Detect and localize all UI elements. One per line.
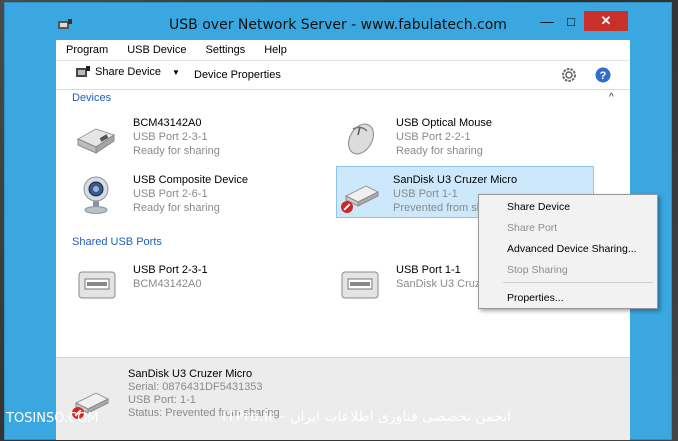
device-status: Ready for sharing xyxy=(133,202,220,214)
mouse-icon xyxy=(348,123,374,155)
details-port: USB Port: 1-1 xyxy=(128,394,196,406)
share-dropdown-caret[interactable]: ▼ xyxy=(172,68,180,77)
menu-program[interactable]: Program xyxy=(56,40,117,60)
port-name: USB Port 1-1 xyxy=(396,264,461,276)
menu-help[interactable]: Help xyxy=(254,40,296,60)
details-serial: Serial: 0876431DF5431353 xyxy=(128,381,263,393)
watermark-left: TOSINSO.COM xyxy=(6,411,99,426)
title-bar[interactable]: USB over Network Server - www.fabulatech… xyxy=(5,3,671,37)
menu-item-properties[interactable]: Properties... xyxy=(507,292,564,304)
minimize-button[interactable]: — xyxy=(536,11,558,31)
shared-ports-section-title: Shared USB Ports xyxy=(72,236,162,248)
port-device: BCM43142A0 xyxy=(133,278,202,290)
share-device-icon xyxy=(76,66,90,77)
device-item-usb-composite-device[interactable]: USB Composite Device USB Port 2-6-1 Read… xyxy=(60,167,318,219)
device-name: USB Optical Mouse xyxy=(396,117,492,129)
svg-text:?: ? xyxy=(600,70,607,82)
device-status: Ready for sharing xyxy=(396,145,483,157)
details-device-name: SanDisk U3 Cruzer Micro xyxy=(128,368,253,380)
menu-settings[interactable]: Settings xyxy=(195,40,254,60)
device-name: USB Composite Device xyxy=(133,174,248,186)
share-device-button[interactable]: Share Device ▼ xyxy=(76,66,180,78)
usb-port-icon xyxy=(341,271,379,299)
device-port: USB Port 2-2-1 xyxy=(396,131,471,143)
usb-drive-blocked-icon xyxy=(341,185,380,213)
device-item-bcm43142a0[interactable]: BCM43142A0 USB Port 2-3-1 Ready for shar… xyxy=(60,110,318,162)
menu-item-advanced-sharing[interactable]: Advanced Device Sharing... xyxy=(507,243,637,255)
port-item-2-3-1[interactable]: USB Port 2-3-1 BCM43142A0 xyxy=(60,257,318,309)
device-port: USB Port 2-3-1 xyxy=(133,131,208,143)
toolbar: Share Device ▼ Device Properties ? xyxy=(56,61,630,90)
close-button[interactable]: ✕ xyxy=(584,11,628,31)
device-status: Ready for sharing xyxy=(133,145,220,157)
webcam-icon xyxy=(83,176,109,214)
help-icon[interactable]: ? xyxy=(595,67,611,83)
watermark-right: ITPro.ir - انجمن تخصصی فناوری اطلاعات ای… xyxy=(222,409,511,425)
menu-item-stop-sharing[interactable]: Stop Sharing xyxy=(507,264,568,276)
gear-icon[interactable] xyxy=(561,67,577,83)
usb-device-icon xyxy=(76,128,116,154)
usb-port-icon xyxy=(78,271,116,299)
device-name: SanDisk U3 Cruzer Micro xyxy=(393,174,518,186)
collapse-chevron-icon[interactable]: ^ xyxy=(609,92,614,103)
maximize-button[interactable]: □ xyxy=(560,11,582,31)
menu-separator xyxy=(503,282,653,283)
device-details-pane: SanDisk U3 Cruzer Micro Serial: 0876431D… xyxy=(56,357,630,440)
menu-item-share-port[interactable]: Share Port xyxy=(507,222,557,234)
context-menu: Share Device Share Port Advanced Device … xyxy=(478,194,658,309)
device-properties-button[interactable]: Device Properties xyxy=(194,69,281,81)
menu-usb-device[interactable]: USB Device xyxy=(117,40,195,60)
device-port: USB Port 2-6-1 xyxy=(133,188,208,200)
share-device-label: Share Device xyxy=(95,66,162,78)
menu-item-share-device[interactable]: Share Device xyxy=(507,201,570,213)
devices-section-title: Devices xyxy=(72,92,112,104)
port-name: USB Port 2-3-1 xyxy=(133,264,208,276)
device-item-usb-optical-mouse[interactable]: USB Optical Mouse USB Port 2-2-1 Ready f… xyxy=(323,110,581,162)
device-port: USB Port 1-1 xyxy=(393,188,458,200)
device-name: BCM43142A0 xyxy=(133,117,202,129)
menu-bar: Program USB Device Settings Help xyxy=(56,40,630,61)
